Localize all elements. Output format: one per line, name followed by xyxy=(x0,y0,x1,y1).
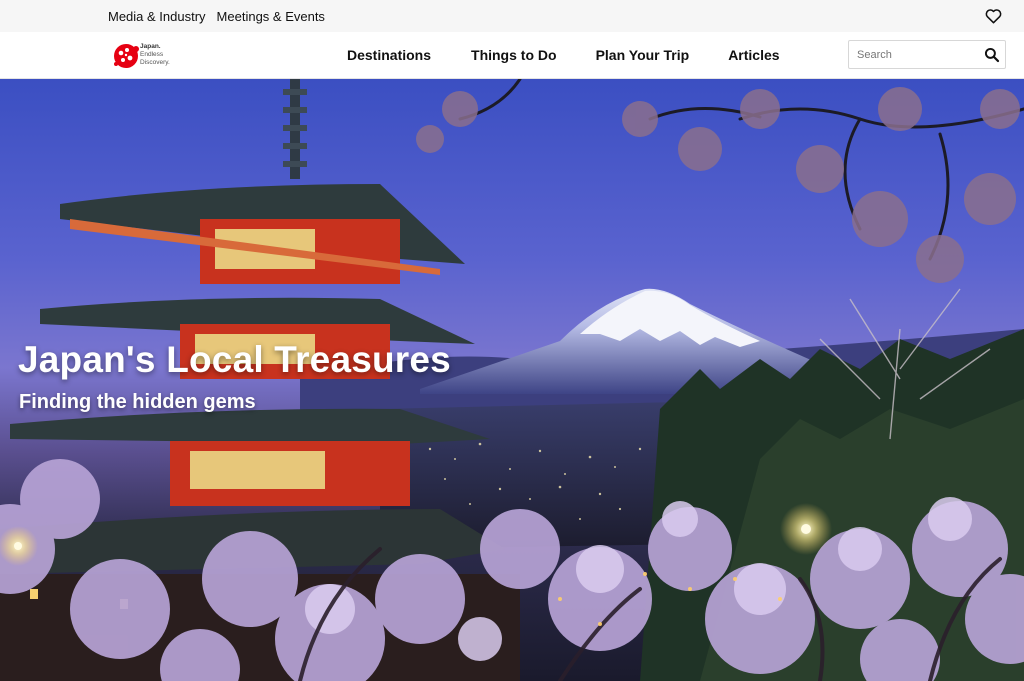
site-logo[interactable]: Japan. Endless Discovery. xyxy=(112,40,184,72)
search-box xyxy=(848,40,1006,69)
hero-subtitle: Finding the hidden gems xyxy=(19,391,256,413)
meetings-events-link[interactable]: Meetings & Events xyxy=(217,9,325,24)
logo-line-3: Discovery. xyxy=(140,59,170,66)
nav-articles[interactable]: Articles xyxy=(728,47,779,63)
cherry-blossom-logo-icon xyxy=(114,44,139,68)
logo-text: Japan. Endless Discovery. xyxy=(140,43,170,67)
media-industry-link[interactable]: Media & Industry xyxy=(108,9,206,24)
utility-bar: Media & Industry Meetings & Events xyxy=(0,0,1024,32)
search-icon[interactable] xyxy=(984,47,1000,63)
logo-line-2: Endless xyxy=(140,51,164,58)
utility-links: Media & Industry Meetings & Events xyxy=(108,9,325,24)
nav-destinations[interactable]: Destinations xyxy=(347,47,431,63)
main-nav: Japan. Endless Discovery. Destinations T… xyxy=(0,32,1024,79)
hero-banner[interactable]: Japan's Local Treasures Finding the hidd… xyxy=(0,79,1024,681)
nav-things-to-do[interactable]: Things to Do xyxy=(471,47,557,63)
nav-plan-your-trip[interactable]: Plan Your Trip xyxy=(596,47,690,63)
primary-nav: Destinations Things to Do Plan Your Trip… xyxy=(347,47,780,63)
heart-icon[interactable] xyxy=(985,8,1002,24)
logo-line-1: Japan. xyxy=(140,43,161,50)
hero-title: Japan's Local Treasures xyxy=(18,339,451,380)
search-input[interactable] xyxy=(857,47,977,63)
